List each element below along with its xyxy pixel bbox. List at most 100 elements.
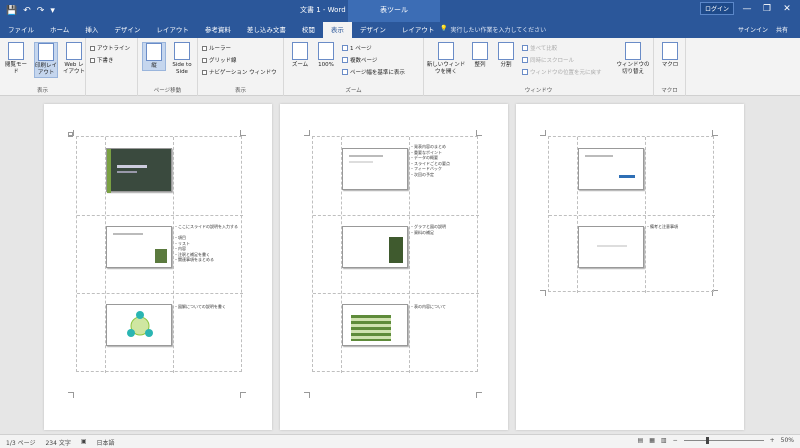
macro-icon xyxy=(662,42,678,60)
page-3[interactable]: ・備考と注意事項 xyxy=(516,104,744,430)
nav-pane-checkbox[interactable] xyxy=(202,69,207,75)
table-gridline xyxy=(77,215,243,216)
tab-2[interactable]: 挿入 xyxy=(77,22,106,38)
slide-notes-6: ・表の内容について xyxy=(410,304,446,309)
ruler-checkbox[interactable] xyxy=(202,45,207,51)
outline-option[interactable]: アウトライン xyxy=(90,44,130,52)
slide-chart-line xyxy=(619,175,635,178)
multiple-pages-icon xyxy=(342,57,348,63)
tab-10[interactable]: レイアウト xyxy=(394,22,443,38)
split-button[interactable]: 分割 xyxy=(494,42,518,69)
tab-3[interactable]: デザイン xyxy=(106,22,148,38)
table-tools-context-group: 表ツール xyxy=(348,0,440,22)
gridlines-checkbox[interactable] xyxy=(202,57,207,63)
signin-link[interactable]: サインイン xyxy=(738,25,768,34)
new-window-button[interactable]: 新しいウィンドウを開く xyxy=(426,42,466,76)
print-layout-view-icon[interactable]: ▦ xyxy=(649,437,655,444)
tab-7[interactable]: 校閲 xyxy=(294,22,323,38)
slide-title-line xyxy=(585,155,613,157)
tab-1[interactable]: ホーム xyxy=(42,22,77,38)
draft-option[interactable]: 下書き xyxy=(90,56,114,64)
nav-pane-option[interactable]: ナビゲーション ウィンドウ xyxy=(202,68,277,76)
crop-mark xyxy=(304,130,310,136)
arrange-all-button[interactable]: 整列 xyxy=(468,42,492,69)
sync-scroll-button[interactable]: 同時にスクロール xyxy=(522,56,574,64)
slide-thumbnail-5[interactable] xyxy=(342,226,408,268)
page-1[interactable]: ・ここにスライドの説明を入力する ・項目 ・リスト ・内容 ・注釈と補足を書く … xyxy=(44,104,272,430)
read-mode-button[interactable]: 閲覧モード xyxy=(4,42,28,76)
zoom-100-button[interactable]: 100% xyxy=(314,42,338,69)
status-bar: 1/3 ページ 234 文字 ▣ 日本語 ▤ ▦ ▥ − + 50% xyxy=(0,434,800,448)
page-2[interactable]: ・発表内容のまとめ ・重要なポイント ・データの概要 ・スライドごとの要点 ・フ… xyxy=(280,104,508,430)
switch-windows-button[interactable]: ウィンドウの切り替え xyxy=(616,42,650,76)
save-icon[interactable]: 💾 xyxy=(6,4,17,18)
ruler-option[interactable]: ルーラー xyxy=(202,44,231,52)
status-left: 1/3 ページ 234 文字 ▣ 日本語 xyxy=(6,438,115,447)
slide-thumbnail-3[interactable] xyxy=(106,304,172,346)
restore-icon[interactable]: ❐ xyxy=(760,4,774,14)
undo-icon[interactable]: ↶ xyxy=(23,4,31,18)
customize-qat-icon[interactable]: ▾ xyxy=(50,4,55,18)
view-side-by-side-button[interactable]: 並べて比較 xyxy=(522,44,557,52)
table-move-handle[interactable] xyxy=(68,132,73,137)
share-button[interactable]: 共有 xyxy=(776,25,788,34)
one-page-icon xyxy=(342,45,348,51)
side-to-side-button[interactable]: Side to Side xyxy=(170,42,194,76)
slide-thumbnail-7[interactable] xyxy=(578,148,644,190)
print-layout-button[interactable]: 印刷レイアウト xyxy=(34,42,58,78)
slide-thumbnail-2[interactable] xyxy=(106,226,172,268)
read-mode-view-icon[interactable]: ▤ xyxy=(638,437,644,444)
multiple-pages-button[interactable]: 複数ページ xyxy=(342,56,377,64)
zoom-group: ズーム 100% 1 ページ 複数ページ ページ幅を基準に表示 ズーム xyxy=(284,38,424,96)
macros-group-label: マクロ xyxy=(661,88,678,94)
page-count[interactable]: 1/3 ページ xyxy=(6,438,35,447)
close-icon[interactable]: ✕ xyxy=(780,4,794,14)
slide-thumbnail-1[interactable] xyxy=(106,148,172,193)
show-group-label: 表示 xyxy=(234,88,246,94)
zoom-slider[interactable] xyxy=(683,437,764,444)
slide-notes-8: ・備考と注意事項 xyxy=(646,224,678,229)
redo-icon[interactable]: ↷ xyxy=(37,4,45,18)
page-width-button[interactable]: ページ幅を基準に表示 xyxy=(342,68,405,76)
word-count[interactable]: 234 文字 xyxy=(45,438,70,447)
one-page-button[interactable]: 1 ページ xyxy=(342,44,372,52)
zoom-in-button[interactable]: + xyxy=(770,437,775,444)
window-controls: ログイン — ❐ ✕ xyxy=(699,2,794,15)
tab-0[interactable]: ファイル xyxy=(0,22,42,38)
slide-thumbnail-4[interactable] xyxy=(342,148,408,190)
slide-title-line xyxy=(117,165,147,168)
slide-thumbnail-8[interactable] xyxy=(578,226,644,268)
minimize-icon[interactable]: — xyxy=(740,4,754,14)
slide-thumbnail-6[interactable] xyxy=(342,304,408,346)
gridlines-option[interactable]: グリッド線 xyxy=(202,56,237,64)
draft-checkbox[interactable] xyxy=(90,57,95,63)
signin-badge[interactable]: ログイン xyxy=(699,2,734,15)
zoom-level[interactable]: 50% xyxy=(781,437,794,444)
side-to-side-icon xyxy=(174,42,190,60)
zoom-slider-thumb[interactable] xyxy=(705,437,709,444)
tab-6[interactable]: 差し込み文書 xyxy=(239,22,294,38)
document-area[interactable]: ・ここにスライドの説明を入力する ・項目 ・リスト ・内容 ・注釈と補足を書く … xyxy=(0,96,800,434)
web-layout-view-icon[interactable]: ▥ xyxy=(661,437,667,444)
quick-access-toolbar: 💾 ↶ ↷ ▾ xyxy=(6,4,55,18)
zoom-out-button[interactable]: − xyxy=(673,437,678,444)
reset-position-button[interactable]: ウィンドウの位置を元に戻す xyxy=(522,68,602,76)
vertical-button[interactable]: 縦 xyxy=(142,42,166,71)
outline-checkbox[interactable] xyxy=(90,45,95,51)
proofing-icon[interactable]: ▣ xyxy=(81,438,87,447)
print-layout-icon xyxy=(38,43,54,61)
page-width-icon xyxy=(342,69,348,75)
ribbon-tabs: ファイル ホーム 挿入 デザイン レイアウト 参考資料 差し込み文書 校閲 表示 デザイン レイアウ… xyxy=(0,22,442,38)
web-layout-button[interactable]: Web レイアウト xyxy=(62,42,86,76)
vertical-icon xyxy=(146,43,162,61)
tab-4[interactable]: レイアウト xyxy=(148,22,197,38)
tab-5[interactable]: 参考資料 xyxy=(197,22,239,38)
tab-8[interactable]: 表示 xyxy=(322,22,352,38)
language-indicator[interactable]: 日本語 xyxy=(97,438,115,447)
diagram-node xyxy=(127,329,135,337)
tell-me-box[interactable]: 💡 実行したい作業を入力してください xyxy=(440,25,546,34)
macros-button[interactable]: マクロ xyxy=(658,42,682,69)
tab-9[interactable]: デザイン xyxy=(352,22,394,38)
status-right: ▤ ▦ ▥ − + 50% xyxy=(638,437,794,444)
zoom-button[interactable]: ズーム xyxy=(288,42,312,69)
